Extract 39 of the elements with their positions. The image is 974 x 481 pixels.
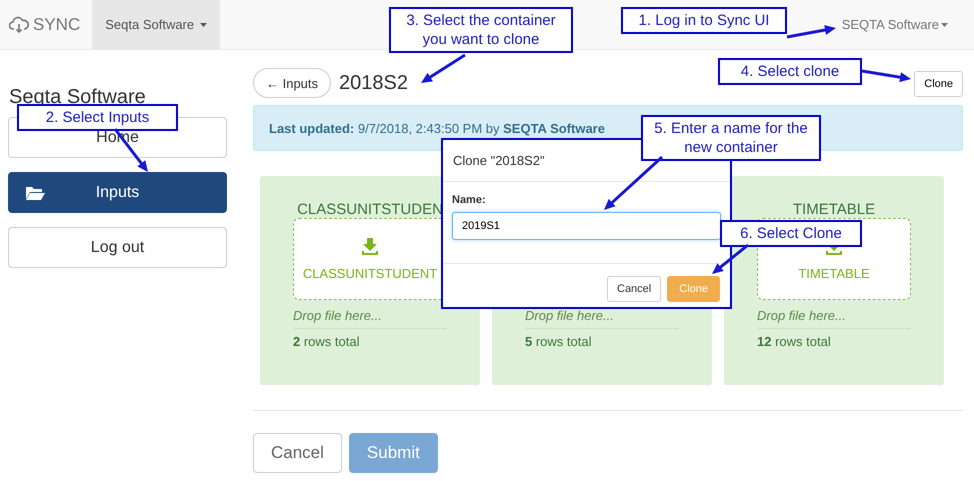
dialog-title: Clone "2018S2" bbox=[453, 153, 545, 168]
annotation-tooltip: 1. Log in to Sync UI bbox=[621, 7, 787, 34]
caret-icon bbox=[200, 22, 208, 26]
rows-total: 2 rows total bbox=[293, 334, 360, 349]
annotation-tooltip: 5. Enter a name for the new container bbox=[641, 115, 821, 161]
annotation-tooltip: 3. Select the container you want to clone bbox=[389, 7, 573, 53]
brand-name[interactable]: SYNC bbox=[33, 14, 80, 34]
cancel-button[interactable]: Cancel bbox=[607, 276, 662, 302]
container-title: TIMETABLE bbox=[792, 201, 876, 218]
user-dropdown[interactable]: SEQTA Software bbox=[842, 0, 948, 49]
organization-dropdown[interactable]: Seqta Software bbox=[92, 0, 220, 49]
page-title: 2018S2 bbox=[339, 72, 408, 94]
arrow bbox=[421, 54, 466, 83]
cancel-button[interactable]: Cancel bbox=[253, 433, 342, 473]
file-label: CLASSUNITSTUDENT bbox=[302, 266, 438, 280]
file-label: TIMETABLE bbox=[798, 266, 870, 280]
arrow bbox=[786, 25, 836, 38]
arrow bbox=[862, 70, 911, 82]
annotation-tooltip: 4. Select clone bbox=[718, 58, 862, 85]
folder-icon bbox=[25, 185, 45, 201]
cloud-sync-icon bbox=[9, 16, 29, 34]
rows-total: 12 rows total bbox=[757, 334, 832, 349]
clone-button[interactable]: Clone bbox=[914, 70, 963, 96]
container-title: CLASSUNITSTUDEN bbox=[297, 201, 443, 218]
name-label: Name: bbox=[452, 194, 487, 206]
arrow bbox=[604, 156, 664, 210]
download-icon bbox=[361, 238, 379, 256]
caret-icon bbox=[941, 22, 948, 26]
nav-item[interactable]: Inputs bbox=[8, 172, 227, 213]
arrow bbox=[712, 244, 749, 274]
last-updated-text: Last updated: 9/7/2018, 2:43:50 PM by SEQTA Software bbox=[269, 120, 605, 136]
drop-hint: Drop file here... bbox=[293, 308, 447, 329]
annotation-tooltip: 6. Select Clone bbox=[720, 220, 862, 247]
nav-item[interactable]: Log out bbox=[8, 227, 227, 268]
drop-hint: Drop file here... bbox=[757, 308, 911, 329]
name-field[interactable]: 2019S1 bbox=[452, 212, 721, 240]
annotation-tooltip: 2. Select Inputs bbox=[17, 104, 178, 131]
rows-total: 5 rows total bbox=[525, 334, 592, 349]
back-button[interactable]: ← Inputs bbox=[253, 68, 332, 98]
